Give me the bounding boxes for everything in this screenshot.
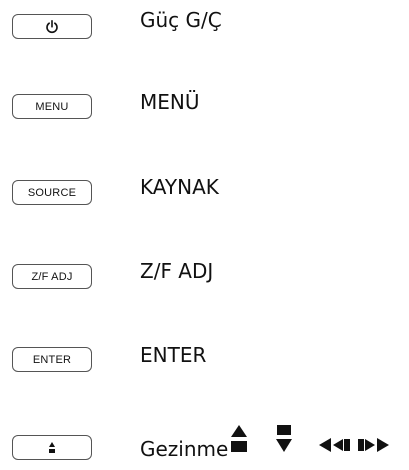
source-button[interactable]: SOURCE	[12, 180, 92, 205]
enter-button[interactable]: ENTER	[12, 347, 92, 372]
navigation-description: Gezinme	[140, 437, 229, 461]
power-description: Güç G/Ç	[140, 8, 222, 32]
enter-description: ENTER	[140, 343, 207, 367]
menu-button[interactable]: MENU	[12, 94, 92, 119]
zf-adj-description: Z/F ADJ	[140, 259, 214, 283]
up-down-triangles-icon	[230, 425, 300, 465]
row-menu: MENU MENÜ	[0, 90, 409, 132]
menu-description: MENÜ	[140, 90, 200, 114]
right-arrows-icon	[358, 425, 406, 465]
row-enter: ENTER ENTER	[0, 343, 409, 385]
row-zf-adj: Z/F ADJ Z/F ADJ	[0, 259, 409, 301]
row-power: Güç G/Ç	[0, 6, 409, 46]
zf-adj-button[interactable]: Z/F ADJ	[12, 264, 92, 289]
source-description: KAYNAK	[140, 175, 219, 199]
row-source: SOURCE KAYNAK	[0, 175, 409, 217]
power-icon	[44, 19, 60, 35]
left-arrows-icon	[319, 425, 359, 465]
up-down-arrows-icon	[48, 441, 56, 454]
power-button[interactable]	[12, 14, 92, 39]
navigation-button[interactable]	[12, 435, 92, 460]
row-navigation: Gezinme	[0, 425, 409, 465]
